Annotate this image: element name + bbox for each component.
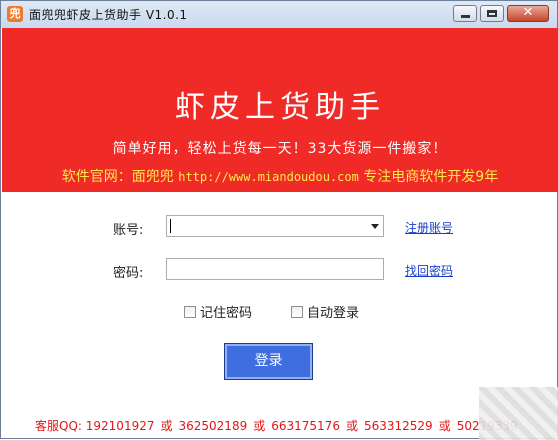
banner-subtitle: 简单好用，轻松上货每一天！33大货源一件搬家！: [112, 141, 448, 157]
qq-separator: 或: [160, 419, 173, 433]
watermark-blur: [479, 387, 558, 440]
title-bar[interactable]: 兜 面兜兜虾皮上货助手 V1.0.1 ✕: [1, 1, 557, 28]
minimize-button[interactable]: [453, 5, 477, 22]
account-combobox[interactable]: [166, 215, 384, 237]
header-banner: 虾皮上货助手 简单好用，轻松上货每一天！33大货源一件搬家！ 软件官网：面兜兜 …: [2, 28, 558, 192]
remember-password-label: 记住密码: [200, 306, 253, 321]
window-title: 面兜兜虾皮上货助手 V1.0.1: [29, 8, 188, 22]
site-slogan: 专注电商软件开发9年: [363, 169, 499, 185]
auto-login-checkbox[interactable]: [291, 305, 303, 318]
auto-login-option[interactable]: 自动登录: [291, 302, 359, 321]
support-qq-prefix: 客服QQ:: [35, 419, 82, 433]
close-icon: ✕: [522, 5, 534, 20]
app-logo-icon: 兜: [7, 6, 23, 22]
remember-password-checkbox[interactable]: [184, 305, 196, 318]
close-button[interactable]: ✕: [507, 5, 549, 22]
register-link[interactable]: 注册账号: [405, 219, 453, 236]
password-label: 密码:: [113, 266, 144, 281]
banner-website-line: 软件官网：面兜兜 http://www.miandoudou.com 专注电商软…: [2, 166, 558, 186]
maximize-icon: [487, 10, 497, 17]
maximize-button[interactable]: [480, 5, 504, 22]
site-url: http://www.miandoudou.com: [178, 170, 359, 184]
window-controls: ✕: [453, 5, 549, 22]
login-button[interactable]: 登录: [224, 343, 313, 380]
qq-number: 362502189: [178, 419, 248, 433]
site-label: 软件官网：面兜兜: [61, 169, 174, 185]
minimize-icon: [461, 15, 470, 18]
qq-number: 563312529: [363, 419, 433, 433]
qq-separator: 或: [438, 419, 451, 433]
qq-separator: 或: [253, 419, 266, 433]
account-label: 账号:: [113, 223, 144, 238]
app-window: 兜 面兜兜虾皮上货助手 V1.0.1 ✕ 虾皮上货助手 简单好用，轻松上货每一天…: [0, 0, 558, 440]
remember-password-option[interactable]: 记住密码: [184, 302, 252, 321]
auto-login-label: 自动登录: [307, 306, 360, 321]
password-field[interactable]: [166, 258, 384, 280]
support-qq-line: 客服QQ: 192101927 或 362502189 或 663175176 或 5633…: [35, 417, 518, 434]
banner-title: 虾皮上货助手: [175, 90, 385, 125]
qq-number: 663175176: [271, 419, 340, 433]
qq-number: 192101927: [85, 419, 155, 433]
recover-password-link[interactable]: 找回密码: [405, 262, 453, 279]
qq-separator: 或: [345, 419, 358, 433]
chevron-down-icon[interactable]: [371, 224, 379, 229]
text-caret: [170, 219, 171, 233]
